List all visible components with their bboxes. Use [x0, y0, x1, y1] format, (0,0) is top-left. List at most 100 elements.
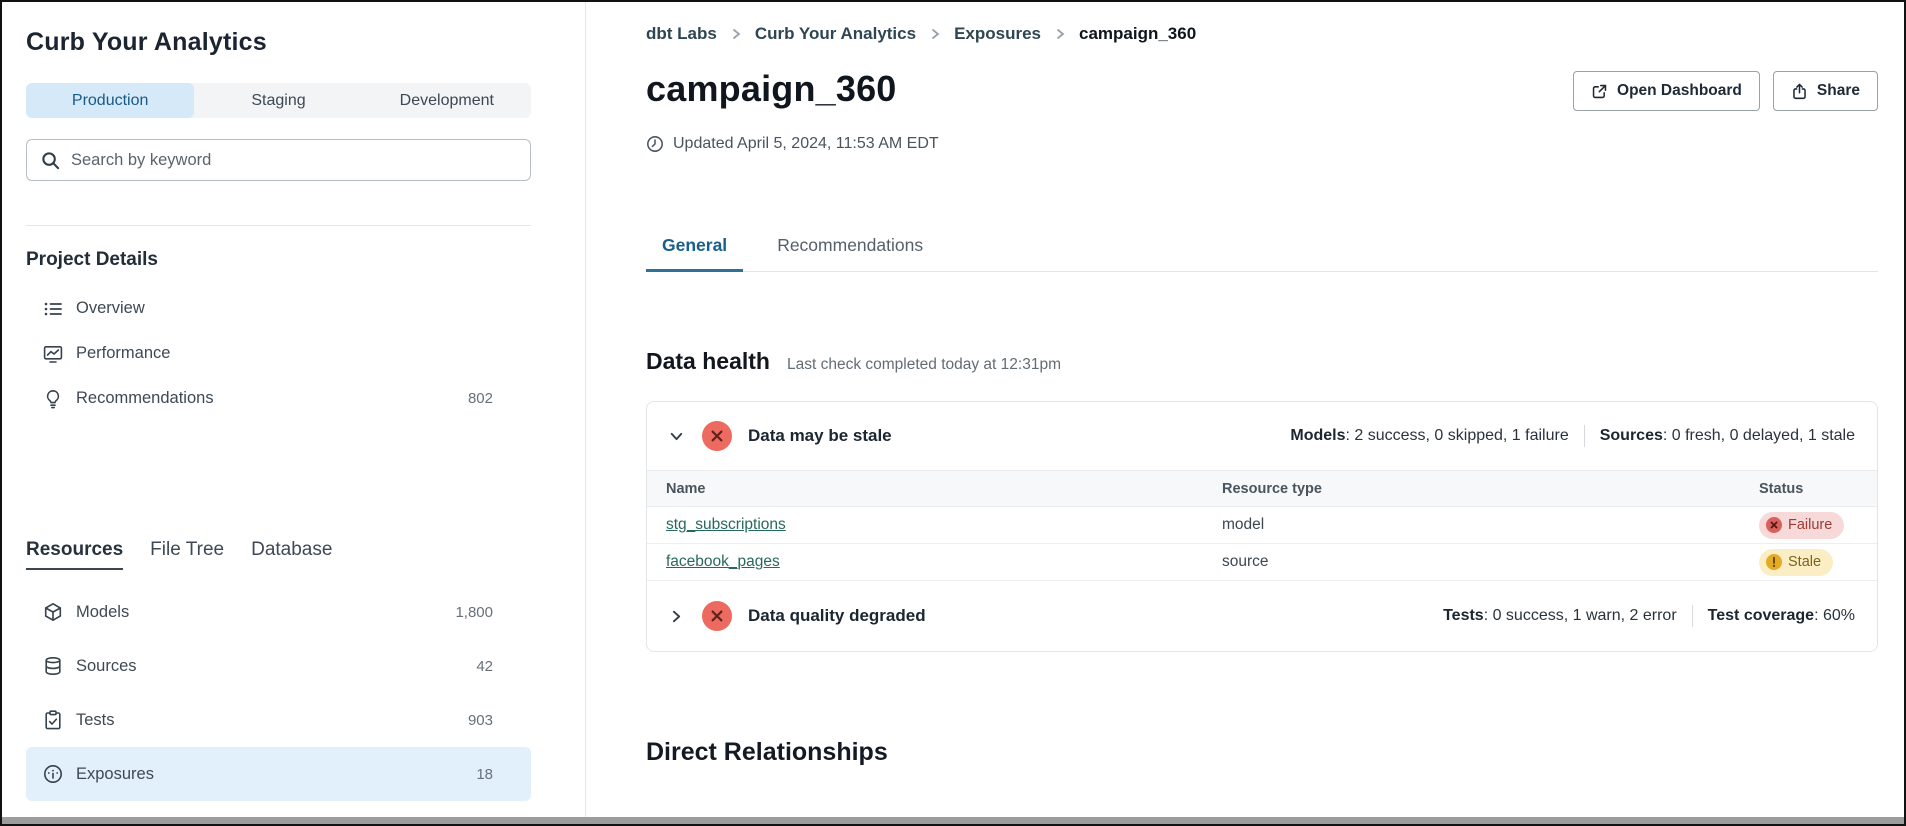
resource-type-cell: source — [1222, 553, 1759, 571]
clock-icon — [646, 135, 664, 153]
tests-summary-value: : 0 success, 1 warn, 2 error — [1484, 607, 1677, 625]
sources-summary-label: Sources — [1600, 427, 1663, 445]
data-health-title: Data health — [646, 348, 770, 375]
status-badge-label: Failure — [1788, 517, 1832, 533]
quality-section-header[interactable]: Data quality degraded Tests: 0 success, … — [647, 581, 1877, 651]
sidebar-item-count: 903 — [468, 712, 493, 729]
coverage-summary-label: Test coverage — [1708, 607, 1814, 625]
status-badge-label: Stale — [1788, 554, 1821, 570]
env-tab-development[interactable]: Development — [363, 83, 531, 118]
tab-file-tree[interactable]: File Tree — [150, 539, 224, 568]
project-details-heading: Project Details — [26, 249, 531, 271]
detail-tabs: General Recommendations — [646, 235, 1878, 272]
sidebar-item-count: 1,800 — [455, 604, 493, 621]
sidebar-item-performance[interactable]: Performance — [26, 331, 531, 376]
sidebar-item-label: Exposures — [76, 765, 154, 784]
breadcrumb-exposures[interactable]: Exposures — [954, 24, 1041, 44]
sidebar-item-tests[interactable]: Tests 903 — [26, 693, 531, 747]
quality-section-title: Data quality degraded — [748, 606, 926, 626]
table-row: stg_subscriptions model Failure — [647, 507, 1877, 544]
chevron-right-icon — [929, 27, 941, 41]
database-icon — [43, 656, 63, 676]
sidebar-item-sources[interactable]: Sources 42 — [26, 639, 531, 693]
env-tab-staging[interactable]: Staging — [194, 83, 362, 118]
horizontal-scrollbar[interactable] — [2, 817, 1904, 824]
models-summary-value: : 2 success, 0 skipped, 1 failure — [1346, 427, 1569, 445]
page-header: campaign_360 Open Dashboard Share — [646, 68, 1878, 111]
stale-section-header[interactable]: Data may be stale Models: 2 success, 0 s… — [647, 402, 1877, 471]
sidebar-item-label: Performance — [76, 344, 170, 363]
sidebar-item-count: 42 — [476, 658, 493, 675]
breadcrumb-account[interactable]: dbt Labs — [646, 24, 717, 44]
chevron-right-icon — [1054, 27, 1066, 41]
monitor-chart-icon — [43, 344, 63, 364]
tab-database[interactable]: Database — [251, 539, 332, 568]
page-actions: Open Dashboard Share — [1573, 71, 1878, 111]
environment-tabs: Production Staging Development — [26, 83, 531, 118]
table-header-row: Name Resource type Status — [647, 471, 1877, 507]
tab-general[interactable]: General — [646, 235, 743, 272]
models-summary-label: Models — [1290, 427, 1345, 445]
project-details-list: Overview Performance Recommendations 80 — [26, 286, 531, 421]
open-dashboard-label: Open Dashboard — [1617, 82, 1742, 100]
env-tab-production[interactable]: Production — [26, 83, 194, 118]
status-badge-stale: Stale — [1759, 549, 1833, 576]
coverage-summary-value: : 60% — [1814, 607, 1855, 625]
resource-view-tabs: Resources File Tree Database — [26, 539, 531, 570]
data-health-header: Data health Last check completed today a… — [646, 348, 1878, 375]
stale-section-title: Data may be stale — [748, 426, 892, 446]
quality-summary: Tests: 0 success, 1 warn, 2 error Test c… — [1443, 605, 1855, 627]
sources-summary-value: : 0 fresh, 0 delayed, 1 stale — [1663, 427, 1855, 445]
sidebar-item-count: 18 — [476, 766, 493, 783]
breadcrumb-current: campaign_360 — [1079, 24, 1196, 44]
sidebar-item-label: Models — [76, 603, 129, 622]
data-health-subtitle: Last check completed today at 12:31pm — [787, 356, 1061, 374]
column-header-status: Status — [1759, 481, 1877, 497]
resource-link-stg-subscriptions[interactable]: stg_subscriptions — [666, 516, 786, 533]
sidebar-item-label: Sources — [76, 657, 137, 676]
chevron-down-icon[interactable] — [668, 428, 685, 445]
updated-timestamp: Updated April 5, 2024, 11:53 AM EDT — [646, 135, 1878, 153]
share-button[interactable]: Share — [1773, 71, 1878, 111]
resources-list: Models 1,800 Sources 42 Tests — [26, 585, 531, 801]
clipboard-check-icon — [43, 710, 63, 730]
sidebar-item-label: Tests — [76, 711, 115, 730]
summary-divider — [1584, 425, 1585, 447]
external-link-icon — [1591, 83, 1608, 100]
resource-type-cell: model — [1222, 516, 1759, 534]
lightbulb-icon — [43, 389, 63, 409]
error-circle-icon — [702, 601, 732, 631]
x-circle-icon — [1766, 517, 1782, 533]
chevron-right-icon[interactable] — [668, 608, 685, 625]
cube-icon — [43, 602, 63, 622]
tab-resources[interactable]: Resources — [26, 539, 123, 570]
sidebar-item-recommendations[interactable]: Recommendations 802 — [26, 376, 531, 421]
project-title: Curb Your Analytics — [26, 28, 531, 57]
open-dashboard-button[interactable]: Open Dashboard — [1573, 71, 1760, 111]
error-circle-icon — [702, 421, 732, 451]
exclamation-circle-icon — [1766, 554, 1782, 570]
sidebar-search[interactable] — [26, 139, 531, 181]
sidebar-item-exposures[interactable]: Exposures 18 — [26, 747, 531, 801]
share-icon — [1791, 83, 1808, 100]
table-row: facebook_pages source Stale — [647, 544, 1877, 581]
main-content: dbt Labs Curb Your Analytics Exposures c… — [586, 2, 1904, 824]
sidebar-item-models[interactable]: Models 1,800 — [26, 585, 531, 639]
sidebar-item-label: Overview — [76, 299, 145, 318]
direct-relationships-heading: Direct Relationships — [646, 738, 1878, 767]
sidebar-item-count: 802 — [468, 390, 493, 407]
data-health-card: Data may be stale Models: 2 success, 0 s… — [646, 401, 1878, 652]
page-title: campaign_360 — [646, 68, 897, 110]
sidebar: Curb Your Analytics Production Staging D… — [2, 2, 586, 824]
stale-resources-table: Name Resource type Status stg_subscripti… — [647, 471, 1877, 581]
search-icon — [41, 151, 60, 170]
status-badge-failure: Failure — [1759, 512, 1844, 539]
tab-recommendations[interactable]: Recommendations — [761, 235, 939, 272]
breadcrumb-project[interactable]: Curb Your Analytics — [755, 24, 916, 44]
app-window: Curb Your Analytics Production Staging D… — [0, 0, 1906, 826]
resource-link-facebook-pages[interactable]: facebook_pages — [666, 553, 780, 570]
sidebar-item-label: Recommendations — [76, 389, 214, 408]
search-input[interactable] — [71, 151, 516, 170]
stale-summary: Models: 2 success, 0 skipped, 1 failure … — [1290, 425, 1855, 447]
sidebar-item-overview[interactable]: Overview — [26, 286, 531, 331]
